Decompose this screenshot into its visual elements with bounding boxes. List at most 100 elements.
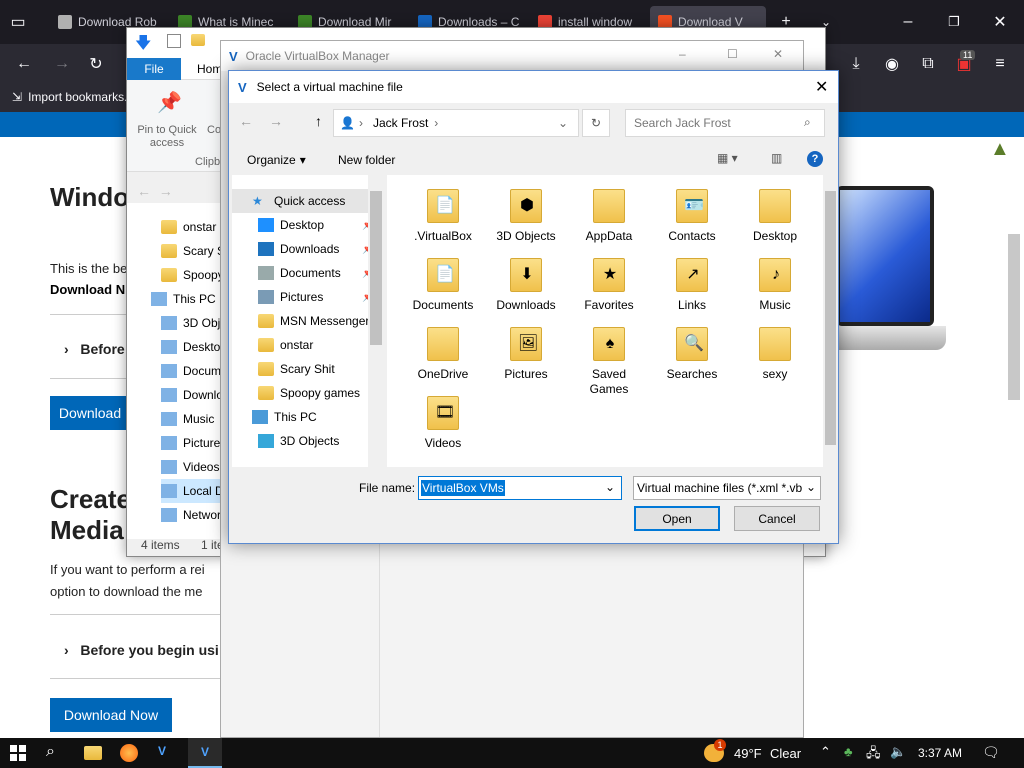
- open-button[interactable]: Open: [634, 506, 720, 531]
- dialog-nav-item[interactable]: 3D Objects: [258, 429, 384, 453]
- file-item[interactable]: 🎞 Videos: [405, 390, 481, 451]
- tray-chevron-icon[interactable]: ⌃: [820, 744, 831, 760]
- preview-pane-icon[interactable]: ▥: [771, 151, 782, 165]
- vbox-close-icon[interactable]: ✕: [773, 47, 783, 61]
- chevron-down-icon[interactable]: ⌄: [558, 116, 568, 130]
- dialog-nav-item[interactable]: Scary Shit: [258, 357, 384, 381]
- file-type-select[interactable]: Virtual machine files (*.xml *.vb ⌄: [633, 476, 821, 500]
- downloads-icon[interactable]: ⤓: [846, 54, 866, 74]
- virtualbox-taskbar-icon[interactable]: V: [158, 744, 166, 758]
- temperature[interactable]: 49°F: [734, 746, 762, 761]
- dialog-nav-item[interactable]: Documents📌: [258, 261, 384, 285]
- explorer-nav-item[interactable]: This PC: [151, 287, 216, 311]
- intro-text: This is the be: [50, 261, 128, 276]
- vbox-minimize-icon[interactable]: –: [679, 47, 686, 61]
- file-list-scrollbar[interactable]: [823, 175, 838, 467]
- explorer-nav-item[interactable]: Desktop: [161, 335, 227, 359]
- firefox-icon[interactable]: [120, 744, 138, 762]
- download-now-button[interactable]: Download Now: [50, 698, 172, 732]
- dialog-forward-icon[interactable]: →: [269, 113, 283, 129]
- reload-icon[interactable]: ↻: [86, 54, 106, 74]
- file-item[interactable]: ★ Favorites: [571, 252, 647, 313]
- cancel-button[interactable]: Cancel: [734, 506, 820, 531]
- dialog-up-icon[interactable]: ↑: [315, 113, 322, 129]
- help-icon[interactable]: ?: [807, 151, 823, 167]
- explorer-nav-item[interactable]: 3D Obje: [161, 311, 227, 335]
- page-scrollbar[interactable]: [1008, 234, 1020, 400]
- file-item[interactable]: ↗ Links: [654, 252, 730, 313]
- file-item[interactable]: 🔍 Searches: [654, 321, 730, 382]
- file-item[interactable]: 📄 .VirtualBox: [405, 183, 481, 244]
- explorer-nav-item[interactable]: Music: [161, 407, 214, 431]
- file-item[interactable]: Desktop: [737, 183, 813, 244]
- nav-scrollbar[interactable]: [368, 175, 384, 467]
- explorer-nav-item[interactable]: Downlo: [161, 383, 223, 407]
- file-name-input[interactable]: VirtualBox VMs ⌄: [418, 476, 622, 500]
- close-icon[interactable]: ✕: [990, 12, 1010, 32]
- explorer-nav-item[interactable]: Spoopy: [161, 263, 224, 287]
- volume-icon[interactable]: 🔈: [890, 744, 906, 760]
- file-item[interactable]: 📄 Documents: [405, 252, 481, 313]
- address-bar[interactable]: 👤 › Jack Frost › ⌄: [333, 109, 579, 137]
- before-you-begin-expander[interactable]: › Before: [64, 341, 125, 357]
- dialog-nav-item[interactable]: onstar: [258, 333, 384, 357]
- extensions-icon[interactable]: ⧉: [918, 54, 938, 74]
- refresh-icon[interactable]: ↻: [582, 109, 610, 137]
- file-item[interactable]: AppData: [571, 183, 647, 244]
- folder-icon[interactable]: [191, 34, 205, 46]
- file-item[interactable]: 🖼 Pictures: [488, 321, 564, 382]
- new-folder-button[interactable]: New folder: [338, 153, 395, 167]
- virtualbox-active-taskbar-icon[interactable]: V: [188, 738, 222, 768]
- dialog-nav-item[interactable]: Spoopy games: [258, 381, 384, 405]
- home-tab[interactable]: Hom: [197, 62, 222, 76]
- file-item[interactable]: ⬇ Downloads: [488, 252, 564, 313]
- import-bookmarks[interactable]: ⇲ Import bookmarks...: [12, 90, 134, 104]
- organize-menu[interactable]: Organize ▾: [247, 153, 306, 167]
- clock[interactable]: 3:37 AM: [918, 746, 962, 760]
- file-item[interactable]: ♠ Saved Games: [571, 321, 647, 397]
- file-item[interactable]: ♪ Music: [737, 252, 813, 313]
- search-box[interactable]: Search Jack Frost ⌕: [625, 109, 825, 137]
- forward-icon[interactable]: →: [52, 54, 72, 74]
- network-icon[interactable]: 🖧: [866, 744, 881, 766]
- before-you-begin-expander-2[interactable]: › Before you begin usi: [64, 642, 219, 658]
- start-icon[interactable]: [10, 745, 26, 761]
- properties-icon[interactable]: [167, 34, 181, 48]
- app-tray-icon[interactable]: ♣: [844, 744, 853, 759]
- explorer-nav-item[interactable]: Docume: [161, 359, 228, 383]
- account-icon[interactable]: ◉: [882, 54, 902, 74]
- dialog-nav-item[interactable]: Desktop📌: [258, 213, 384, 237]
- file-item[interactable]: OneDrive: [405, 321, 481, 382]
- dialog-nav-item[interactable]: ★ Quick access: [232, 189, 368, 213]
- dialog-nav-item[interactable]: Downloads📌: [258, 237, 384, 261]
- search-icon[interactable]: ⌕: [46, 743, 55, 761]
- file-item[interactable]: 🪪 Contacts: [654, 183, 730, 244]
- vbox-maximize-icon[interactable]: ☐: [727, 47, 738, 61]
- file-item[interactable]: sexy: [737, 321, 813, 382]
- explorer-nav-item[interactable]: Network: [161, 503, 227, 527]
- dialog-back-icon[interactable]: ←: [239, 113, 253, 129]
- dialog-close-icon[interactable]: ✕: [815, 77, 828, 97]
- pin-quick-access-button[interactable]: Pin to Quick access: [135, 124, 199, 150]
- minimize-icon[interactable]: –: [898, 12, 918, 32]
- file-tab[interactable]: File: [127, 58, 181, 80]
- weather-condition[interactable]: Clear: [770, 746, 801, 761]
- menu-icon[interactable]: ≡: [990, 54, 1010, 74]
- file-explorer-taskbar-icon[interactable]: [84, 746, 102, 760]
- dialog-nav-item[interactable]: MSN Messenger: [258, 309, 384, 333]
- notifications-icon[interactable]: 🗨: [982, 744, 1000, 761]
- explorer-nav-item[interactable]: onstar: [161, 215, 216, 239]
- explorer-back-icon[interactable]: ← →: [137, 183, 173, 199]
- view-options-icon[interactable]: ▦ ▾: [717, 151, 738, 165]
- restore-icon[interactable]: ❐: [944, 12, 964, 32]
- copy-button[interactable]: Co: [207, 124, 221, 136]
- back-icon[interactable]: ←: [14, 54, 34, 74]
- chevron-down-icon[interactable]: ⌄: [605, 480, 615, 494]
- download-button[interactable]: Download: [50, 396, 130, 430]
- explorer-nav-item[interactable]: Videos: [161, 455, 219, 479]
- dialog-nav-item[interactable]: Pictures📌: [258, 285, 384, 309]
- tab-overview-icon[interactable]: ▭: [8, 12, 28, 32]
- explorer-nav-item[interactable]: Pictures: [161, 431, 226, 455]
- dialog-nav-item[interactable]: This PC: [252, 405, 384, 429]
- file-item[interactable]: ⬢ 3D Objects: [488, 183, 564, 244]
